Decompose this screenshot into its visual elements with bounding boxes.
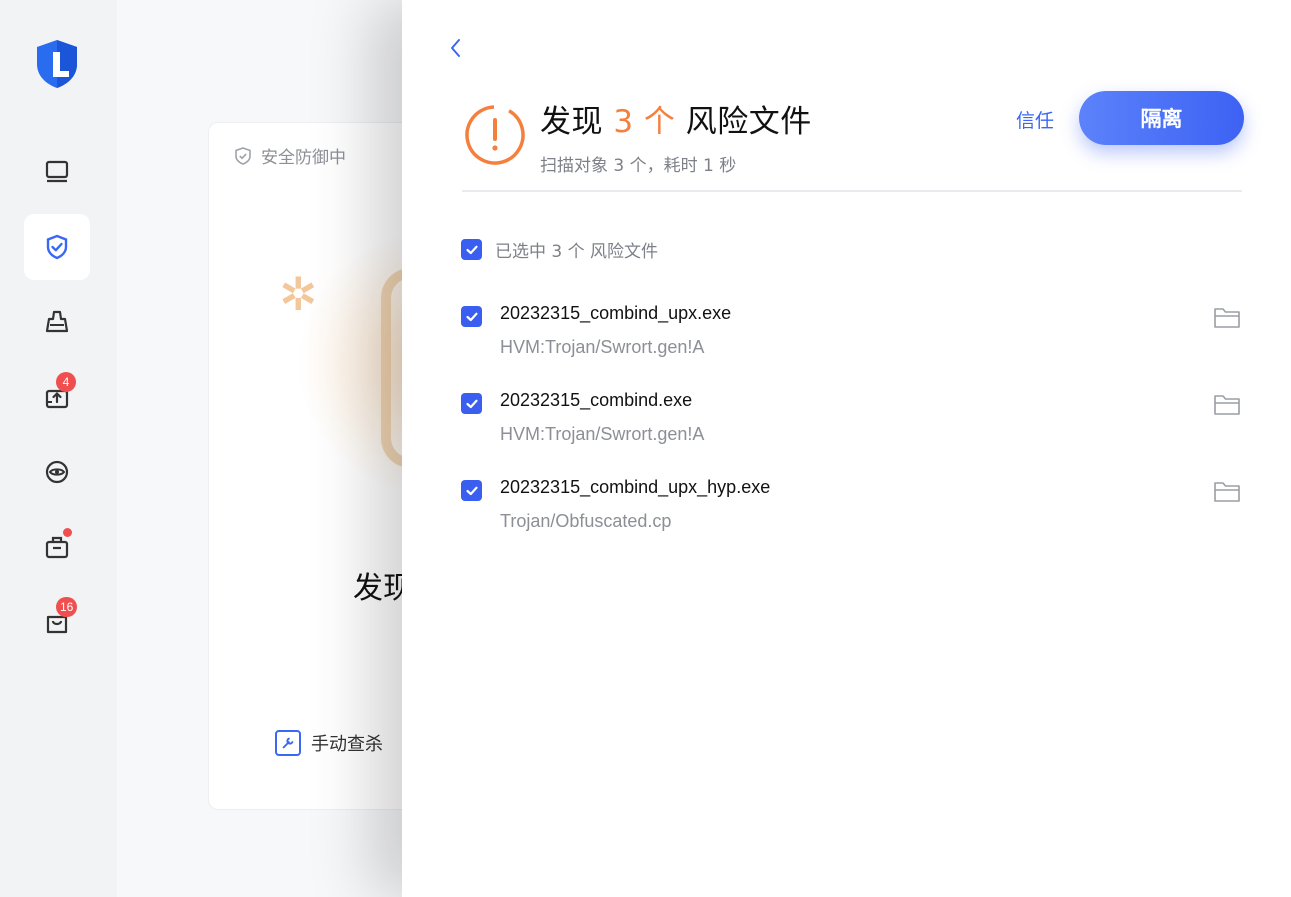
threat-name: HVM:Trojan/Swrort.gen!A <box>500 337 705 357</box>
eye-icon <box>45 460 69 484</box>
shield-check-icon <box>46 234 68 260</box>
sidebar-item-computer[interactable] <box>24 139 90 205</box>
sidebar-item-protection[interactable] <box>24 214 90 280</box>
threat-name: HVM:Trojan/Swrort.gen!A <box>500 424 705 444</box>
toolbox-icon <box>45 536 69 559</box>
file-name: 20232315_combind_upx.exe <box>500 303 732 323</box>
sidebar-item-messages[interactable]: 16 <box>24 589 90 655</box>
chevron-left-icon <box>451 39 460 57</box>
manual-scan-button[interactable]: 手动查杀 <box>275 730 383 756</box>
isolate-button[interactable]: 隔离 <box>1079 91 1244 145</box>
sidebar: 4 16 <box>0 0 117 897</box>
sidebar-item-updates[interactable]: 4 <box>24 364 90 430</box>
toolbox-notification-dot <box>63 528 72 537</box>
open-folder-icon[interactable] <box>1213 392 1241 416</box>
check-icon <box>465 245 478 254</box>
manual-scan-label: 手动查杀 <box>311 734 383 755</box>
warning-icon <box>464 104 526 166</box>
file-checkbox[interactable] <box>461 393 482 414</box>
broom-icon <box>45 310 69 333</box>
file-name: 20232315_combind.exe <box>500 390 693 410</box>
protection-status-label: 安全防御中 <box>261 148 346 168</box>
header-divider <box>462 190 1242 192</box>
risk-files-drawer: 发现 3 个 风险文件 扫描对象 3 个，耗时 1 秒 信任 隔离 已选中 3 … <box>402 0 1291 897</box>
file-row: 20232315_combind.exe HVM:Trojan/Swrort.g… <box>461 390 1251 460</box>
file-row: 20232315_combind_upx_hyp.exe Trojan/Obfu… <box>461 477 1251 547</box>
scan-summary: 扫描对象 3 个，耗时 1 秒 <box>540 156 737 176</box>
gear-icon: ✲ <box>279 267 318 321</box>
check-icon <box>465 399 478 408</box>
wrench-icon <box>275 730 301 756</box>
sidebar-item-toolbox[interactable] <box>24 514 90 580</box>
check-icon <box>465 312 478 321</box>
select-all-label: 已选中 3 个 风险文件 <box>495 242 659 262</box>
title-prefix: 发现 <box>540 104 603 140</box>
file-name: 20232315_combind_upx_hyp.exe <box>500 477 771 497</box>
open-folder-icon[interactable] <box>1213 305 1241 329</box>
file-checkbox[interactable] <box>461 480 482 501</box>
page-title: 发现 3 个 风险文件 <box>540 96 812 141</box>
protection-status: 安全防御中 <box>233 143 346 168</box>
trust-button[interactable]: 信任 <box>1016 106 1054 133</box>
messages-badge: 16 <box>56 597 78 617</box>
select-all-row[interactable]: 已选中 3 个 风险文件 <box>461 237 658 262</box>
title-suffix: 风险文件 <box>685 104 812 140</box>
file-checkbox[interactable] <box>461 306 482 327</box>
open-folder-icon[interactable] <box>1213 479 1241 503</box>
check-icon <box>465 486 478 495</box>
back-button[interactable] <box>444 36 468 60</box>
threat-name: Trojan/Obfuscated.cp <box>500 511 672 531</box>
app-logo <box>33 38 81 90</box>
risk-count: 3 个 <box>613 104 676 140</box>
shield-outline-icon <box>235 146 251 165</box>
monitor-icon <box>45 160 69 183</box>
select-all-checkbox[interactable] <box>461 239 482 260</box>
file-row: 20232315_combind_upx.exe HVM:Trojan/Swro… <box>461 303 1251 373</box>
sidebar-item-privacy[interactable] <box>24 439 90 505</box>
sidebar-item-cleanup[interactable] <box>24 289 90 355</box>
updates-badge: 4 <box>56 372 76 392</box>
